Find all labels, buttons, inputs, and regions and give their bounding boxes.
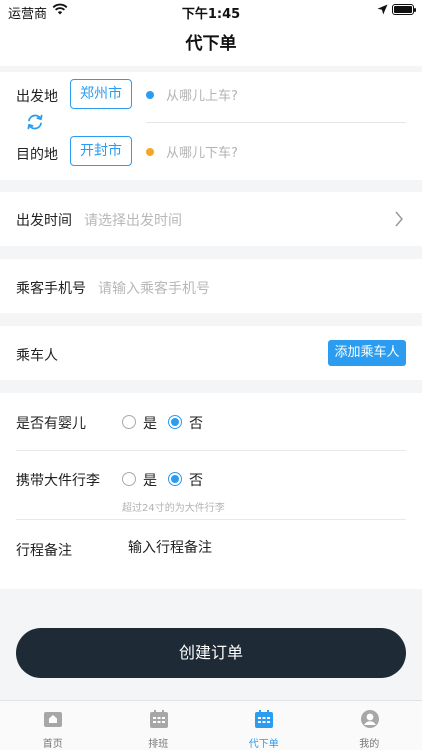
create-order-button[interactable]: 创建订单 bbox=[16, 628, 406, 678]
tab-home-label: 首页 bbox=[42, 739, 63, 750]
infant-yes-label[interactable]: 是 bbox=[143, 413, 157, 433]
tab-bar: 首页 排班 代下单 我的 bbox=[0, 700, 422, 750]
luggage-hint: 超过24寸的为大件行李 bbox=[122, 503, 225, 514]
battery-icon bbox=[392, 4, 416, 15]
departure-city-button[interactable]: 郑州市 bbox=[70, 79, 132, 109]
dropoff-dot bbox=[146, 148, 154, 156]
passenger-row: 乘车人 添加乘车人 bbox=[0, 326, 422, 380]
passenger-label: 乘车人 bbox=[16, 348, 58, 364]
trip-remark-label: 行程备注 bbox=[16, 543, 72, 559]
route-card: 出发地 郑州市 从哪儿上车? 目的地 开封市 从哪儿下车? bbox=[0, 72, 422, 180]
departure-label: 出发地 bbox=[16, 89, 58, 105]
location-arrow-icon bbox=[377, 4, 388, 15]
user-icon bbox=[360, 710, 379, 728]
chevron-right-icon bbox=[395, 211, 403, 227]
options-divider bbox=[16, 519, 406, 520]
tab-proxy-order[interactable]: 代下单 bbox=[211, 701, 317, 750]
clock: 下午1:45 bbox=[181, 7, 241, 22]
infant-label: 是否有婴儿 bbox=[16, 416, 86, 432]
schedule-icon bbox=[149, 710, 168, 728]
destination-label: 目的地 bbox=[16, 147, 58, 163]
tab-schedule[interactable]: 排班 bbox=[106, 701, 212, 750]
destination-city-button[interactable]: 开封市 bbox=[70, 136, 132, 166]
tab-home[interactable]: 首页 bbox=[0, 701, 106, 750]
dropoff-location-input[interactable]: 从哪儿下车? bbox=[166, 142, 238, 161]
infant-no-label[interactable]: 否 bbox=[189, 413, 203, 433]
trip-options-card: 是否有婴儿 是 否 携带大件行李 是 否 超过24寸的为大件行李 行程备注 输入… bbox=[0, 393, 422, 589]
passenger-phone-label: 乘客手机号 bbox=[16, 281, 86, 297]
luggage-yes-label[interactable]: 是 bbox=[143, 470, 157, 490]
status-bar: 运营商 下午1:45 bbox=[0, 0, 422, 22]
nav-bar: 代下单 bbox=[0, 22, 422, 66]
route-separator bbox=[146, 122, 406, 123]
pickup-location-input[interactable]: 从哪儿上车? bbox=[166, 85, 238, 104]
trip-remark-input[interactable]: 输入行程备注 bbox=[128, 537, 212, 557]
tab-mine[interactable]: 我的 bbox=[317, 701, 422, 750]
tab-mine-label: 我的 bbox=[359, 739, 380, 750]
options-divider bbox=[16, 450, 406, 451]
departure-time-row[interactable]: 出发时间 请选择出发时间 bbox=[0, 192, 422, 246]
passenger-phone-row: 乘客手机号 请输入乘客手机号 bbox=[0, 259, 422, 313]
page-title: 代下单 bbox=[185, 34, 237, 54]
infant-no-radio[interactable] bbox=[168, 415, 182, 429]
add-passenger-button[interactable]: 添加乘车人 bbox=[328, 340, 406, 366]
tab-schedule-label: 排班 bbox=[148, 739, 169, 750]
luggage-label: 携带大件行李 bbox=[16, 473, 100, 489]
departure-time-label: 出发时间 bbox=[16, 213, 72, 229]
pickup-dot bbox=[146, 91, 154, 99]
swap-cities-icon[interactable] bbox=[25, 112, 45, 132]
luggage-no-radio[interactable] bbox=[168, 472, 182, 486]
infant-yes-radio[interactable] bbox=[122, 415, 136, 429]
departure-time-input[interactable]: 请选择出发时间 bbox=[84, 210, 182, 230]
tab-proxy-order-label: 代下单 bbox=[248, 739, 279, 750]
luggage-yes-radio[interactable] bbox=[122, 472, 136, 486]
passenger-phone-input[interactable]: 请输入乘客手机号 bbox=[98, 278, 210, 298]
calendar-icon bbox=[255, 710, 273, 728]
home-icon bbox=[44, 712, 62, 727]
luggage-no-label[interactable]: 否 bbox=[189, 470, 203, 490]
